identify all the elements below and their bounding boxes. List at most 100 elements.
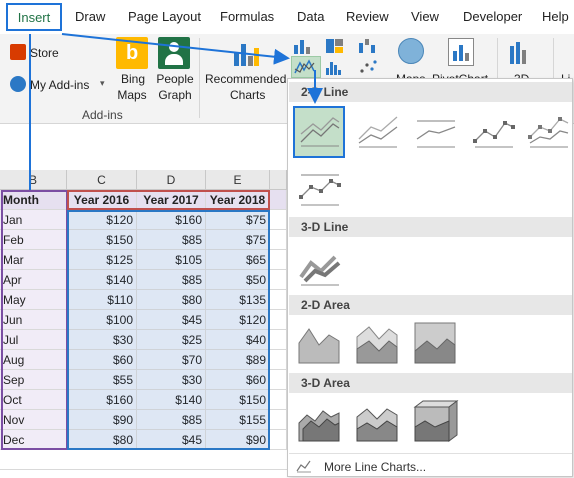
header-cell[interactable]: Month (0, 190, 67, 210)
recommended-charts-label[interactable]: Recommended (205, 72, 286, 86)
data-cell[interactable]: $45 (137, 430, 206, 450)
tab-draw[interactable]: Draw (75, 9, 105, 24)
data-cell[interactable]: $70 (137, 350, 206, 370)
hierarchy-chart-icon[interactable] (325, 37, 345, 55)
data-cell[interactable]: Nov (0, 410, 67, 430)
column-header-c[interactable]: C (67, 170, 137, 190)
column-header-f[interactable] (270, 170, 287, 190)
data-cell[interactable]: $155 (206, 410, 270, 430)
data-cell[interactable]: $85 (137, 410, 206, 430)
stacked-line-markers-option[interactable] (524, 109, 574, 161)
line-with-markers-option[interactable] (469, 109, 521, 161)
3d-line-option[interactable] (295, 241, 347, 293)
data-cell[interactable]: Feb (0, 230, 67, 250)
data-cell[interactable]: $150 (67, 230, 137, 250)
data-cell[interactable]: $30 (67, 330, 137, 350)
data-cell[interactable] (270, 390, 287, 410)
data-cell[interactable]: $90 (206, 430, 270, 450)
data-cell[interactable]: $110 (67, 290, 137, 310)
data-cell[interactable]: $125 (67, 250, 137, 270)
data-cell[interactable]: Sep (0, 370, 67, 390)
statistic-chart-icon[interactable] (325, 58, 345, 76)
data-cell[interactable]: $105 (137, 250, 206, 270)
data-cell[interactable]: $140 (67, 270, 137, 290)
tab-formulas[interactable]: Formulas (220, 9, 274, 24)
recommended-charts-label-2[interactable]: Charts (230, 88, 265, 102)
data-cell[interactable]: Oct (0, 390, 67, 410)
column-header-b[interactable]: B (0, 170, 67, 190)
data-cell[interactable]: $75 (206, 230, 270, 250)
data-cell[interactable] (270, 350, 287, 370)
data-cell[interactable]: $50 (206, 270, 270, 290)
data-cell[interactable]: $90 (67, 410, 137, 430)
100-stacked-line-markers-option[interactable] (295, 165, 347, 217)
tab-view[interactable]: View (411, 9, 439, 24)
data-cell[interactable] (270, 290, 287, 310)
data-cell[interactable] (270, 330, 287, 350)
tab-developer[interactable]: Developer (463, 9, 522, 24)
data-cell[interactable]: $45 (137, 310, 206, 330)
tab-data[interactable]: Data (297, 9, 324, 24)
waterfall-chart-icon[interactable] (358, 37, 378, 55)
store-button[interactable]: Store (30, 46, 59, 60)
data-cell[interactable]: Mar (0, 250, 67, 270)
column-chart-icon[interactable] (292, 37, 312, 55)
data-cell[interactable] (270, 230, 287, 250)
data-cell[interactable]: $80 (137, 290, 206, 310)
3d-100-stacked-area-option[interactable] (411, 397, 463, 449)
data-cell[interactable]: $89 (206, 350, 270, 370)
people-graph-label[interactable]: People (155, 72, 195, 86)
data-cell[interactable] (270, 430, 287, 450)
data-cell[interactable]: Apr (0, 270, 67, 290)
data-cell[interactable]: Aug (0, 350, 67, 370)
stacked-area-option[interactable] (353, 319, 405, 371)
data-cell[interactable]: $150 (206, 390, 270, 410)
chevron-down-icon[interactable]: ▾ (100, 78, 105, 89)
stacked-line-option[interactable] (353, 109, 405, 161)
100-stacked-area-option[interactable] (411, 319, 463, 371)
data-cell[interactable]: $40 (206, 330, 270, 350)
data-cell[interactable]: $135 (206, 290, 270, 310)
data-cell[interactable]: $140 (137, 390, 206, 410)
scatter-chart-icon[interactable] (358, 58, 378, 76)
column-header-d[interactable]: D (137, 170, 206, 190)
data-cell[interactable]: $60 (206, 370, 270, 390)
bing-maps-label-2[interactable]: Maps (116, 88, 148, 102)
my-addins-button[interactable]: My Add-ins (30, 78, 89, 92)
data-cell[interactable]: $100 (67, 310, 137, 330)
header-cell[interactable]: Year 2018 (206, 190, 270, 210)
data-cell[interactable]: Jun (0, 310, 67, 330)
bing-maps-label[interactable]: Bing (118, 72, 148, 86)
data-cell[interactable]: $160 (137, 210, 206, 230)
data-cell[interactable]: $55 (67, 370, 137, 390)
data-cell[interactable]: $160 (67, 390, 137, 410)
data-cell[interactable]: $60 (67, 350, 137, 370)
area-chart-option[interactable] (295, 319, 347, 371)
data-cell[interactable]: $75 (206, 210, 270, 230)
data-cell[interactable]: $65 (206, 250, 270, 270)
data-cell[interactable] (270, 310, 287, 330)
data-cell[interactable]: $80 (67, 430, 137, 450)
data-cell[interactable]: $120 (67, 210, 137, 230)
data-cell[interactable] (270, 250, 287, 270)
people-graph-label-2[interactable]: Graph (155, 88, 195, 102)
header-cell[interactable]: Year 2017 (137, 190, 206, 210)
header-cell[interactable] (270, 190, 287, 210)
data-cell[interactable] (270, 210, 287, 230)
data-cell[interactable]: $85 (137, 270, 206, 290)
header-cell[interactable]: Year 2016 (67, 190, 137, 210)
data-cell[interactable] (270, 410, 287, 430)
column-header-e[interactable]: E (206, 170, 270, 190)
tab-review[interactable]: Review (346, 9, 389, 24)
data-cell[interactable]: $30 (137, 370, 206, 390)
100-stacked-line-option[interactable] (411, 109, 463, 161)
data-cell[interactable] (270, 270, 287, 290)
line-chart-button[interactable] (291, 56, 321, 78)
data-cell[interactable] (270, 370, 287, 390)
data-cell[interactable]: $120 (206, 310, 270, 330)
data-cell[interactable]: Jul (0, 330, 67, 350)
line-chart-option[interactable] (293, 106, 345, 158)
3d-stacked-area-option[interactable] (353, 397, 405, 449)
data-cell[interactable]: Dec (0, 430, 67, 450)
more-line-charts-link[interactable]: More Line Charts... (324, 460, 426, 474)
